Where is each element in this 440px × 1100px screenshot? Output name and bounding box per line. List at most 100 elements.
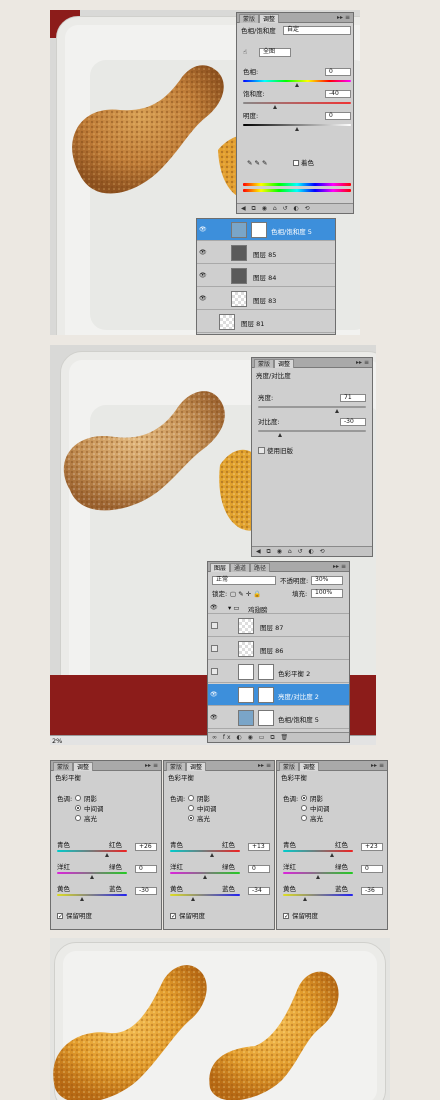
visibility-box[interactable] <box>211 668 218 675</box>
contrast-input[interactable]: -30 <box>340 418 366 426</box>
eye-icon[interactable]: 👁 <box>210 604 218 611</box>
hue-knob[interactable] <box>295 83 299 87</box>
brightness-slider[interactable] <box>258 406 366 408</box>
tone-radio[interactable] <box>301 805 307 811</box>
contrast-slider[interactable] <box>258 430 366 432</box>
tab-layers[interactable]: 图层 <box>210 563 231 572</box>
colorize-checkbox[interactable] <box>293 160 299 166</box>
channel-select[interactable]: 全图 <box>259 48 291 57</box>
magenta-green-input[interactable]: 0 <box>135 865 157 873</box>
panel-menu-icon[interactable]: ▸▸ ≡ <box>337 13 350 23</box>
saturation-input[interactable]: -40 <box>325 90 351 98</box>
eye-icon[interactable]: 👁 <box>199 226 207 233</box>
tone-radio[interactable] <box>188 795 194 801</box>
hue-input[interactable]: 0 <box>325 68 351 76</box>
preserve-luminosity-checkbox[interactable]: ✓ <box>283 913 289 920</box>
visibility-box[interactable] <box>211 622 218 629</box>
tab-masks[interactable]: 蒙版 <box>53 762 74 771</box>
tab-channels[interactable]: 通道 <box>230 563 251 572</box>
layer-row[interactable]: 图层 81 <box>197 311 335 333</box>
cyan-red-knob[interactable] <box>330 853 334 857</box>
tone-radio[interactable] <box>75 805 81 811</box>
tone-radio[interactable] <box>301 795 307 801</box>
yellow-blue-input[interactable]: -34 <box>248 887 270 895</box>
lock-icons[interactable]: ▢ ✎ ✛ 🔒 <box>230 590 261 598</box>
brightness-knob[interactable] <box>335 409 339 413</box>
eye-icon[interactable]: 👁 <box>210 714 218 721</box>
yellow-blue-knob[interactable] <box>303 897 307 901</box>
magenta-green-slider[interactable] <box>170 872 240 874</box>
tab-paths[interactable]: 路径 <box>250 563 271 572</box>
layer-row[interactable]: 图层 87 <box>208 615 349 637</box>
layer-row[interactable]: 图层 86 <box>208 638 349 660</box>
magenta-green-knob[interactable] <box>316 875 320 879</box>
tab-adjustments[interactable]: 调整 <box>259 14 280 23</box>
panel-menu-icon[interactable]: ▸▸ ≡ <box>333 562 346 572</box>
yellow-blue-slider[interactable] <box>57 894 127 896</box>
eye-icon[interactable]: 👁 <box>199 249 207 256</box>
panel-menu-icon[interactable]: ▸▸ ≡ <box>258 761 271 771</box>
panel-menu-icon[interactable]: ▸▸ ≡ <box>356 358 369 368</box>
layer-row[interactable]: 👁 色相/饱和度 5 <box>197 219 335 241</box>
tab-adjustments[interactable]: 调整 <box>274 359 295 368</box>
tab-masks[interactable]: 蒙版 <box>166 762 187 771</box>
opacity-input[interactable]: 30% <box>311 576 343 585</box>
tone-radio[interactable] <box>188 805 194 811</box>
cyan-red-slider[interactable] <box>170 850 240 852</box>
yellow-blue-input[interactable]: -30 <box>135 887 157 895</box>
lightness-slider[interactable] <box>243 124 351 126</box>
contrast-knob[interactable] <box>278 433 282 437</box>
layer-row[interactable]: 👁 图层 83 <box>197 288 335 310</box>
yellow-blue-slider[interactable] <box>170 894 240 896</box>
layers-footer-icons[interactable]: ∞ fx ◐ ◉ ▭ ⧉ 🗑 <box>208 732 349 742</box>
tone-radio[interactable] <box>75 815 81 821</box>
hand-icon[interactable]: ☝ <box>243 48 247 56</box>
legacy-checkbox[interactable] <box>258 447 265 454</box>
cyan-red-input[interactable]: +13 <box>248 843 270 851</box>
magenta-green-knob[interactable] <box>203 875 207 879</box>
preserve-luminosity-checkbox[interactable]: ✓ <box>57 913 63 920</box>
eye-icon[interactable]: 👁 <box>199 272 207 279</box>
cyan-red-input[interactable]: +23 <box>361 843 383 851</box>
panel-footer-icons[interactable]: ◀ ⧉ ◉ ⌂ ↺ ◐ ⟲ <box>252 546 372 556</box>
tab-masks[interactable]: 蒙版 <box>279 762 300 771</box>
panel-menu-icon[interactable]: ▸▸ ≡ <box>145 761 158 771</box>
cyan-red-slider[interactable] <box>283 850 353 852</box>
tone-radio[interactable] <box>188 815 194 821</box>
layer-row[interactable]: 👁 图层 84 <box>197 265 335 287</box>
magenta-green-knob[interactable] <box>90 875 94 879</box>
eye-icon[interactable]: 👁 <box>210 691 218 698</box>
tab-adjustments[interactable]: 调整 <box>186 762 207 771</box>
cyan-red-knob[interactable] <box>210 853 214 857</box>
panel-menu-icon[interactable]: ▸▸ ≡ <box>371 761 384 771</box>
lightness-knob[interactable] <box>295 127 299 131</box>
visibility-box[interactable] <box>211 645 218 652</box>
yellow-blue-knob[interactable] <box>80 897 84 901</box>
cyan-red-slider[interactable] <box>57 850 127 852</box>
lightness-input[interactable]: 0 <box>325 112 351 120</box>
layer-group-row[interactable]: 👁 ▾ ▭ 鸡翅膀 <box>208 602 349 614</box>
tab-adjustments[interactable]: 调整 <box>299 762 320 771</box>
hue-slider[interactable] <box>243 80 351 82</box>
tone-radio[interactable] <box>301 815 307 821</box>
preset-select[interactable]: 自定 <box>283 26 351 35</box>
layer-row[interactable]: 👁 图层 85 <box>197 242 335 264</box>
yellow-blue-slider[interactable] <box>283 894 353 896</box>
tab-masks[interactable]: 蒙版 <box>239 14 260 23</box>
magenta-green-slider[interactable] <box>57 872 127 874</box>
yellow-blue-input[interactable]: -36 <box>361 887 383 895</box>
tab-adjustments[interactable]: 调整 <box>73 762 94 771</box>
saturation-knob[interactable] <box>273 105 277 109</box>
brightness-input[interactable]: 71 <box>340 394 366 402</box>
layer-row[interactable]: 👁 亮度/对比度 2 <box>208 684 349 706</box>
fill-input[interactable]: 100% <box>311 589 343 598</box>
cyan-red-knob[interactable] <box>105 853 109 857</box>
eye-icon[interactable]: 👁 <box>199 295 207 302</box>
yellow-blue-knob[interactable] <box>191 897 195 901</box>
panel-footer-icons[interactable]: ◀ ⧉ ◉ ⌂ ↺ ◐ ⟲ <box>237 203 353 213</box>
eyedropper-icons[interactable]: ✎ ✎ ✎ <box>247 159 267 167</box>
tab-masks[interactable]: 蒙版 <box>254 359 275 368</box>
saturation-slider[interactable] <box>243 102 351 104</box>
magenta-green-input[interactable]: 0 <box>361 865 383 873</box>
tone-radio[interactable] <box>75 795 81 801</box>
